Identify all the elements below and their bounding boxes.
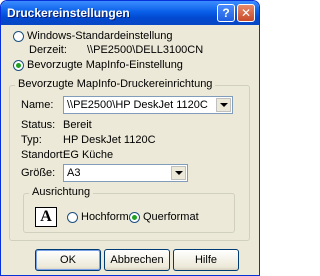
close-icon[interactable]: ✕	[237, 4, 255, 22]
printer-name-value: \\PE2500\HP DeskJet 1120C	[67, 99, 208, 111]
size-label: Größe:	[21, 167, 56, 179]
type-label: Typ:	[21, 134, 42, 146]
location-value: EG Küche	[63, 149, 114, 161]
title-bar: Druckereinstellungen ? ✕	[1, 1, 259, 25]
name-label: Name:	[21, 99, 54, 111]
landscape-label: Querformat	[143, 211, 199, 223]
orientation-legend: Ausrichtung	[29, 186, 94, 198]
window-title: Druckereinstellungen	[7, 6, 130, 20]
paper-size-value: A3	[67, 167, 81, 179]
radio-windows-default[interactable]	[13, 31, 24, 42]
status-value: Bereit	[63, 119, 92, 131]
printer-setup-legend: Bevorzugte MapInfo-Druckereinrichtung	[15, 78, 216, 90]
radio-portrait[interactable]	[67, 212, 78, 223]
chevron-down-icon[interactable]	[216, 98, 231, 112]
windows-default-label: Windows-Standardeinstellung	[27, 30, 173, 42]
current-printer-value: \\PE2500\DELL3100CN	[87, 44, 204, 56]
paper-size-select[interactable]: A3	[63, 164, 188, 182]
current-printer-label: Derzeit:	[29, 44, 67, 56]
ok-button[interactable]: OK	[35, 249, 101, 271]
radio-mapinfo-preferred[interactable]	[13, 60, 24, 71]
help-button[interactable]: Hilfe	[173, 249, 239, 271]
radio-landscape[interactable]	[129, 212, 140, 223]
mapinfo-preferred-label: Bevorzugte MapInfo-Einstellung	[27, 59, 183, 71]
type-value: HP DeskJet 1120C	[63, 134, 156, 146]
chevron-down-icon[interactable]	[171, 166, 186, 180]
printer-name-select[interactable]: \\PE2500\HP DeskJet 1120C	[63, 96, 233, 114]
location-label: Standort:	[21, 149, 66, 161]
printer-settings-dialog: Druckereinstellungen ? ✕ Windows-Standar…	[0, 0, 260, 276]
status-label: Status:	[21, 119, 56, 131]
help-icon[interactable]: ?	[217, 4, 235, 22]
page-orientation-icon: A	[35, 207, 57, 227]
cancel-button[interactable]: Abbrechen	[104, 249, 170, 271]
